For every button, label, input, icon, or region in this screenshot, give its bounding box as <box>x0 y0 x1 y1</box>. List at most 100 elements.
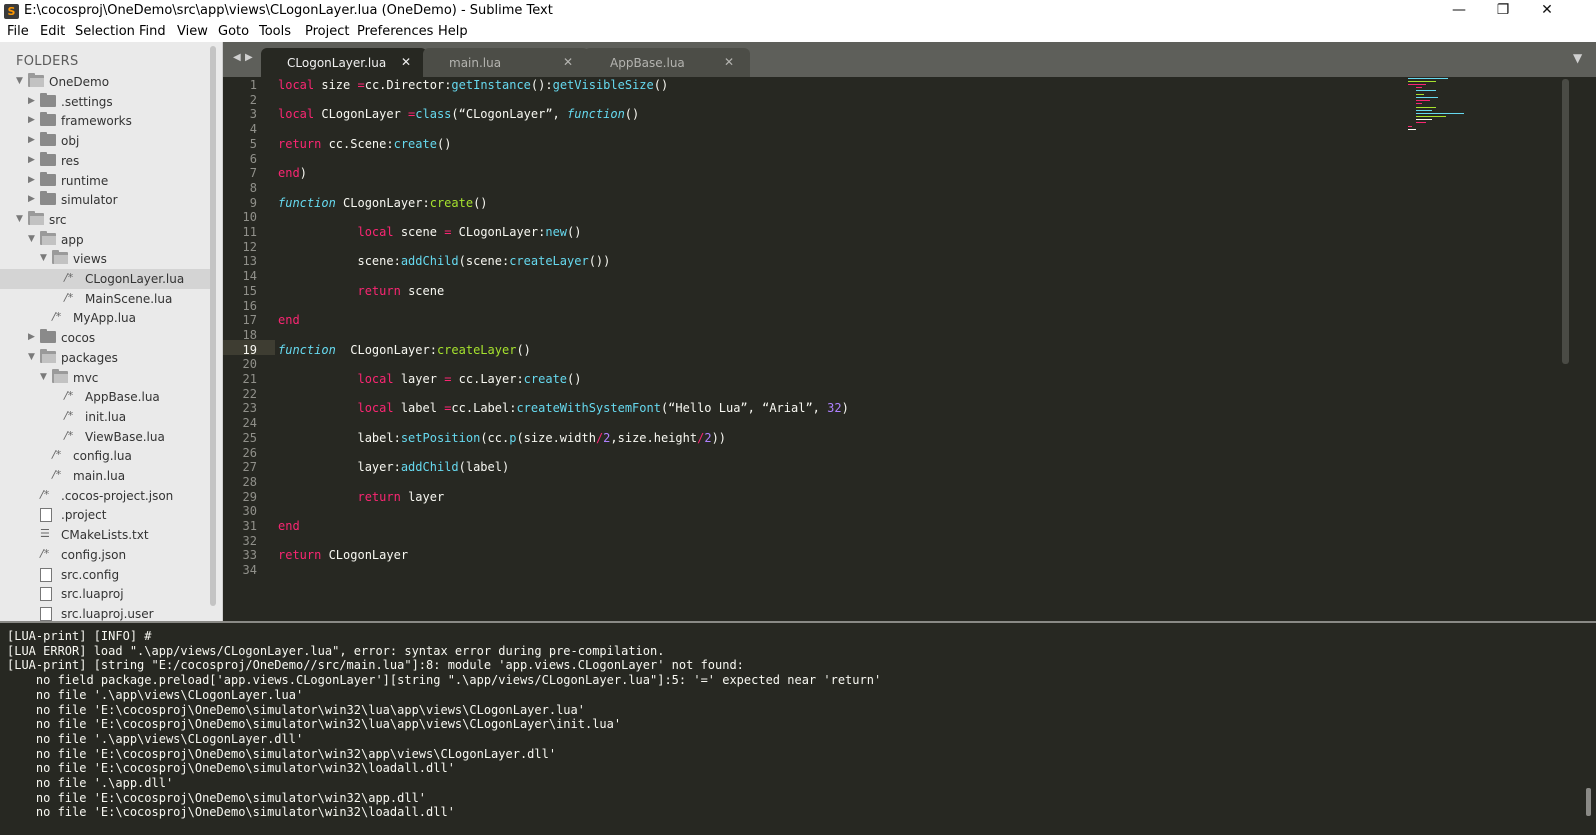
menu-project[interactable]: Project <box>305 24 349 39</box>
expand-down-icon[interactable]: ▼ <box>16 76 24 86</box>
code-token: local <box>357 225 394 239</box>
code-line: local scene = CLogonLayer:new() <box>278 225 581 241</box>
tree-item[interactable]: ▼ OneDemo <box>0 72 210 92</box>
expand-right-icon[interactable]: ▶ <box>28 135 36 145</box>
tree-item[interactable]: /* main.lua <box>0 466 210 486</box>
tree-item[interactable]: ▼ app <box>0 230 210 250</box>
minimap-line <box>1416 110 1432 111</box>
menu-preferences[interactable]: Preferences <box>357 24 433 39</box>
tree-item[interactable]: ▶ simulator <box>0 190 210 210</box>
code-token: size <box>314 78 358 92</box>
restore-button[interactable]: ❐ <box>1480 0 1526 22</box>
expand-down-icon[interactable]: ▼ <box>16 214 24 224</box>
menu-selection[interactable]: Selection <box>75 24 135 39</box>
menu-view[interactable]: View <box>177 24 208 39</box>
code-line: end <box>278 519 300 535</box>
menu-file[interactable]: File <box>7 24 29 39</box>
minimap[interactable] <box>1408 78 1493 148</box>
close-window-button[interactable]: ✕ <box>1524 0 1570 22</box>
tree-item-label: init.lua <box>85 409 127 424</box>
minimap-line <box>1416 90 1436 91</box>
tree-item[interactable]: ▼ mvc <box>0 368 210 388</box>
expand-down-icon[interactable]: ▼ <box>40 253 48 263</box>
expand-right-icon[interactable]: ▶ <box>28 175 36 185</box>
tab-appbase[interactable]: AppBase.lua ✕ <box>584 48 750 77</box>
code-token: create <box>429 195 474 210</box>
sidebar-scrollbar[interactable] <box>210 46 216 606</box>
editor-scrollbar[interactable] <box>1562 79 1569 364</box>
tree-item[interactable]: ▼ views <box>0 249 210 269</box>
tree-item[interactable]: /* config.lua <box>0 446 210 466</box>
code-token: ()) <box>588 254 611 269</box>
code-token: = <box>357 78 365 92</box>
tab-main[interactable]: main.lua ✕ <box>423 48 589 77</box>
lua-file-icon: /* <box>64 389 74 403</box>
close-tab-icon[interactable]: ✕ <box>724 55 734 69</box>
expand-right-icon[interactable]: ▶ <box>28 332 36 342</box>
menu-find[interactable]: Find <box>139 24 166 39</box>
minimize-button[interactable]: — <box>1436 0 1482 22</box>
expand-down-icon[interactable]: ▼ <box>40 372 48 382</box>
line-number: 32 <box>242 533 257 548</box>
tree-item[interactable]: src.config <box>0 565 210 585</box>
tree-item[interactable]: /* MainScene.lua <box>0 289 210 309</box>
menu-edit[interactable]: Edit <box>40 24 65 39</box>
tree-item-label: cocos <box>61 331 96 346</box>
code-token: scene <box>393 225 445 239</box>
tree-item[interactable]: ▶ cocos <box>0 328 210 348</box>
menu-bar: File Edit Selection Find View Goto Tools… <box>0 22 1596 42</box>
document-icon <box>40 508 52 523</box>
tree-item[interactable]: .project <box>0 505 210 525</box>
tree-item[interactable]: ☰ CMakeLists.txt <box>0 525 210 545</box>
tree-item[interactable]: ▼ packages <box>0 348 210 368</box>
tab-label: CLogonLayer.lua <box>287 56 387 70</box>
tree-item[interactable]: ▶ .settings <box>0 92 210 112</box>
tree-item[interactable]: /* ViewBase.lua <box>0 427 210 447</box>
tree-item-label: AppBase.lua <box>85 390 160 405</box>
code-token: (size.width <box>516 430 596 445</box>
tree-item[interactable]: src.luaproj <box>0 584 210 604</box>
lua-file-icon: /* <box>64 428 74 442</box>
line-number: 28 <box>242 474 257 489</box>
tree-item[interactable]: ▶ runtime <box>0 171 210 191</box>
tree-item-label: simulator <box>61 193 118 208</box>
tree-item[interactable]: /* CLogonLayer.lua <box>0 269 210 289</box>
expand-right-icon[interactable]: ▶ <box>28 96 36 106</box>
tab-nav-right-icon[interactable]: ▶ <box>245 52 253 63</box>
tab-nav-left-icon[interactable]: ◀ <box>233 52 241 63</box>
tree-item[interactable]: /* init.lua <box>0 407 210 427</box>
expand-right-icon[interactable]: ▶ <box>28 194 36 204</box>
code-token: end <box>278 313 300 328</box>
console-panel[interactable]: [LUA-print] [INFO] # [LUA ERROR] load ".\… <box>0 621 1596 835</box>
line-number: 21 <box>242 372 257 386</box>
tree-item[interactable]: /* config.json <box>0 545 210 565</box>
menu-help[interactable]: Help <box>438 24 468 39</box>
tree-item[interactable]: /* AppBase.lua <box>0 387 210 407</box>
editor-pane: ◀ ▶ CLogonLayer.lua ✕ main.lua ✕ AppBase… <box>223 42 1596 630</box>
tab-menu-icon[interactable]: ▼ <box>1573 51 1582 65</box>
tree-item[interactable]: ▶ frameworks <box>0 111 210 131</box>
expand-right-icon[interactable]: ▶ <box>28 155 36 165</box>
tab-clogonlayer[interactable]: CLogonLayer.lua ✕ <box>261 48 427 77</box>
code-area[interactable]: local size =cc.Director:getInstance():ge… <box>278 77 1398 630</box>
code-token: () <box>624 107 640 122</box>
code-token: (“Hello Lua”, “Arial”, <box>660 401 828 416</box>
code-line: end) <box>278 166 307 182</box>
line-number: 19 <box>242 342 257 357</box>
tree-item[interactable]: /* MyApp.lua <box>0 308 210 328</box>
code-token: () <box>473 195 488 210</box>
expand-down-icon[interactable]: ▼ <box>28 352 36 362</box>
tree-item-label: config.json <box>61 547 127 562</box>
close-tab-icon[interactable]: ✕ <box>563 55 573 69</box>
tree-item[interactable]: ▼ src <box>0 210 210 230</box>
tree-item[interactable]: /* .cocos-project.json <box>0 486 210 506</box>
expand-right-icon[interactable]: ▶ <box>28 115 36 125</box>
console-scrollbar[interactable] <box>1586 788 1591 816</box>
line-number: 34 <box>242 563 257 578</box>
menu-tools[interactable]: Tools <box>259 24 291 39</box>
menu-goto[interactable]: Goto <box>218 24 249 39</box>
close-tab-icon[interactable]: ✕ <box>401 55 411 69</box>
expand-down-icon[interactable]: ▼ <box>28 234 36 244</box>
tree-item[interactable]: ▶ res <box>0 151 210 171</box>
tree-item[interactable]: ▶ obj <box>0 131 210 151</box>
